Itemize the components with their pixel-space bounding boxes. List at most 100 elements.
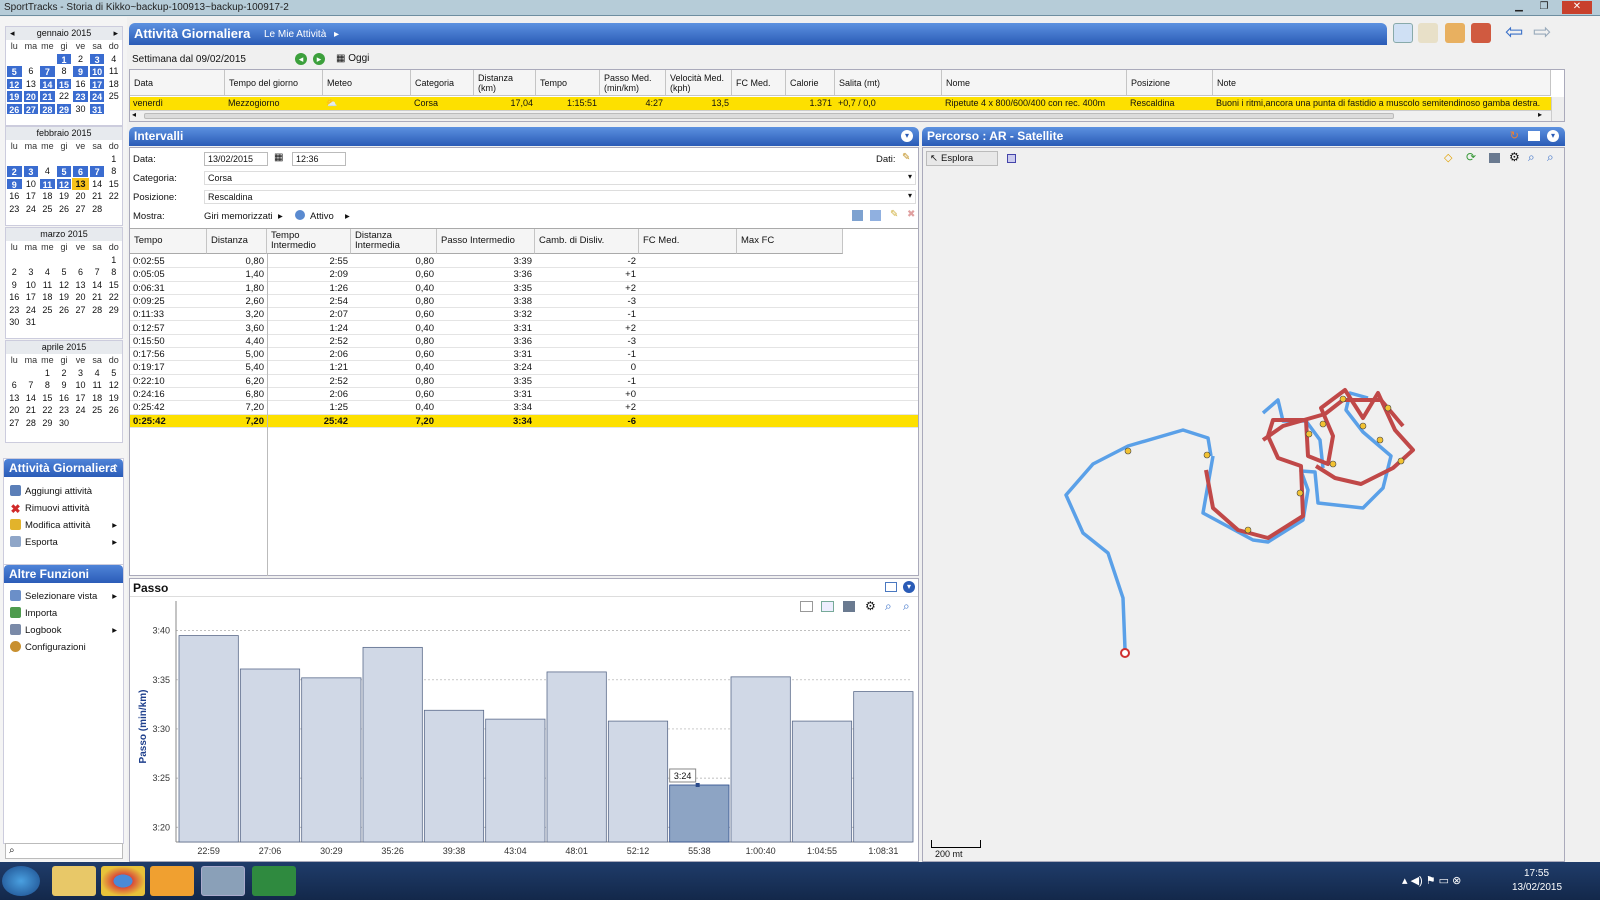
calendar-day[interactable]: 1 bbox=[39, 367, 56, 380]
calendar-day[interactable]: 8 bbox=[39, 379, 56, 392]
calendar-day[interactable]: 23 bbox=[56, 404, 73, 417]
calendar-day[interactable]: 27 bbox=[6, 417, 23, 430]
calendar-day[interactable]: 7 bbox=[39, 65, 56, 78]
table-row[interactable]: 0:15:50 4,40 2:52 0,80 3:36 -3 bbox=[130, 335, 918, 349]
collapse-icon[interactable]: ▾ bbox=[901, 130, 913, 142]
prev-month-icon[interactable]: ◂ bbox=[10, 27, 15, 40]
pencil-icon[interactable]: ✎ bbox=[890, 209, 898, 220]
edit-activity-item[interactable]: Modifica attività ▸ bbox=[4, 517, 123, 534]
calendar-day[interactable]: 27 bbox=[22, 102, 40, 115]
sync-icon[interactable]: ⟳ bbox=[1466, 150, 1476, 164]
calendar-day[interactable]: 2 bbox=[6, 266, 23, 279]
passo-chart[interactable]: 3:20 3:25 3:30 3:35 3:40 Passo (min/km) 22:59 2… bbox=[130, 579, 918, 861]
refresh-icon[interactable]: ↻ bbox=[1510, 129, 1519, 142]
calendar-day[interactable]: 9 bbox=[72, 65, 89, 78]
calendar-day[interactable]: 9 bbox=[6, 177, 23, 190]
delete-icon[interactable]: ✖ bbox=[907, 209, 915, 220]
table-row[interactable]: 0:22:10 6,20 2:52 0,80 3:35 -1 bbox=[130, 375, 918, 388]
column-header[interactable]: Posizione bbox=[1127, 70, 1213, 96]
calendar-day[interactable]: 19 bbox=[105, 392, 122, 405]
column-header[interactable]: Note bbox=[1213, 70, 1551, 96]
calendar-day[interactable]: 22 bbox=[105, 190, 122, 203]
table-row[interactable]: 0:24:16 6,80 2:06 0,60 3:31 +0 bbox=[130, 388, 918, 402]
chevron-down-icon[interactable]: ▾ bbox=[908, 172, 912, 181]
calendar-day[interactable]: 5 bbox=[6, 65, 23, 78]
calendar-day[interactable]: 18 bbox=[89, 392, 106, 405]
calendar-day[interactable]: 29 bbox=[39, 417, 56, 430]
add-lap-icon[interactable] bbox=[870, 210, 881, 221]
calendar-day[interactable]: 10 bbox=[23, 178, 40, 191]
prev-week-icon[interactable]: ◂ bbox=[295, 53, 307, 65]
calendar-day[interactable]: 28 bbox=[23, 417, 40, 430]
shoe-icon[interactable] bbox=[1418, 23, 1438, 43]
calendar-day[interactable]: 13 bbox=[72, 279, 89, 292]
calendar-day[interactable]: 17 bbox=[23, 190, 40, 203]
calendar-day[interactable]: 11 bbox=[89, 379, 106, 392]
calendar-day[interactable]: 28 bbox=[89, 203, 106, 216]
horizontal-scrollbar[interactable]: ◂ ▸ bbox=[130, 110, 1551, 121]
excel-icon[interactable] bbox=[252, 866, 296, 896]
explorer-icon[interactable] bbox=[52, 866, 96, 896]
table-row[interactable]: 0:25:42 7,20 1:25 0,40 3:34 +2 bbox=[130, 401, 918, 415]
calendar-day[interactable]: 14 bbox=[39, 77, 56, 90]
calendar-day[interactable]: 26 bbox=[105, 404, 122, 417]
calendar-day[interactable]: 16 bbox=[56, 392, 73, 405]
calendar-day[interactable]: 17 bbox=[72, 392, 89, 405]
calendar-day[interactable]: 10 bbox=[72, 379, 89, 392]
outlook-icon[interactable] bbox=[150, 866, 194, 896]
calendar-day[interactable]: 7 bbox=[23, 379, 40, 392]
calendar-day[interactable]: 20 bbox=[22, 90, 40, 103]
calendar-day[interactable]: 19 bbox=[56, 291, 73, 304]
add-activity-item[interactable]: Aggiungi attività bbox=[4, 483, 123, 500]
calendar-day[interactable]: 27 bbox=[72, 304, 89, 317]
table-row[interactable]: 0:06:31 1,80 1:26 0,40 3:35 +2 bbox=[130, 282, 918, 295]
calendar-day[interactable]: 24 bbox=[23, 304, 40, 317]
calendar-day[interactable]: 25 bbox=[89, 404, 106, 417]
collapse-icon[interactable]: ▾ bbox=[1547, 130, 1559, 142]
calendar-day[interactable]: 3 bbox=[72, 367, 89, 380]
configurazioni-item[interactable]: Configurazioni bbox=[4, 639, 123, 656]
column-header[interactable]: FC Med. bbox=[732, 70, 786, 96]
calendar-day[interactable]: 23 bbox=[6, 304, 23, 317]
calendar-day[interactable]: 22 bbox=[39, 404, 56, 417]
calendar-day[interactable]: 6 bbox=[23, 65, 40, 78]
giri-memorizzati-dropdown[interactable]: Giri memorizzati bbox=[204, 211, 273, 222]
sporttracks-icon[interactable] bbox=[201, 866, 245, 896]
calendar-day[interactable]: 19 bbox=[6, 90, 23, 103]
calendar-day[interactable]: 1 bbox=[55, 52, 73, 65]
minimize-button[interactable]: ▁ bbox=[1508, 1, 1530, 14]
date-picker-icon[interactable]: ▦ bbox=[274, 152, 283, 163]
table-row[interactable]: 0:17:56 5,00 2:06 0,60 3:31 -1 bbox=[130, 348, 918, 362]
calendar-day[interactable]: 25 bbox=[39, 203, 56, 216]
attivo-dropdown[interactable]: Attivo bbox=[310, 211, 334, 222]
calendar-day[interactable]: 4 bbox=[39, 266, 56, 279]
calendar-day[interactable]: 29 bbox=[105, 304, 122, 317]
calendar-day[interactable]: 20 bbox=[72, 291, 89, 304]
calendar-day[interactable]: 31 bbox=[23, 316, 40, 329]
calendar-day[interactable]: 29 bbox=[55, 102, 73, 115]
calendar-day[interactable]: 12 bbox=[6, 77, 23, 90]
logbook-item[interactable]: Logbook ▸ bbox=[4, 622, 123, 639]
calendar-day[interactable]: 4 bbox=[39, 165, 56, 178]
maximize-button[interactable]: ❐ bbox=[1533, 1, 1555, 14]
next-month-icon[interactable]: ▸ bbox=[113, 27, 118, 40]
calendar-day[interactable]: 14 bbox=[23, 392, 40, 405]
column-header[interactable]: FC Med. bbox=[639, 229, 737, 254]
categoria-select[interactable]: Corsa bbox=[204, 171, 916, 185]
forward-arrow-icon[interactable]: ⇨ bbox=[1533, 21, 1553, 43]
column-header[interactable]: Tempo del giorno bbox=[225, 70, 323, 96]
time-field[interactable]: 12:36 bbox=[292, 152, 346, 166]
next-week-icon[interactable]: ▸ bbox=[313, 53, 325, 65]
calendar-day[interactable]: 30 bbox=[72, 103, 89, 116]
posizione-select[interactable]: Rescaldina bbox=[204, 190, 916, 204]
column-header[interactable]: Nome bbox=[942, 70, 1127, 96]
chevron-down-icon[interactable]: ▾ bbox=[908, 191, 912, 200]
calendar-day[interactable]: 8 bbox=[105, 165, 122, 178]
calendar-day[interactable]: 19 bbox=[56, 190, 73, 203]
calendar-day[interactable]: 2 bbox=[72, 53, 89, 66]
calendar-day[interactable]: 11 bbox=[39, 279, 56, 292]
total-row[interactable]: 0:25:42 7,20 25:42 7,20 3:34 -6 bbox=[130, 414, 918, 428]
calendar-day[interactable]: 11 bbox=[105, 65, 122, 78]
chrome-icon[interactable] bbox=[101, 866, 145, 896]
column-header[interactable]: Salita (mt) bbox=[835, 70, 942, 96]
